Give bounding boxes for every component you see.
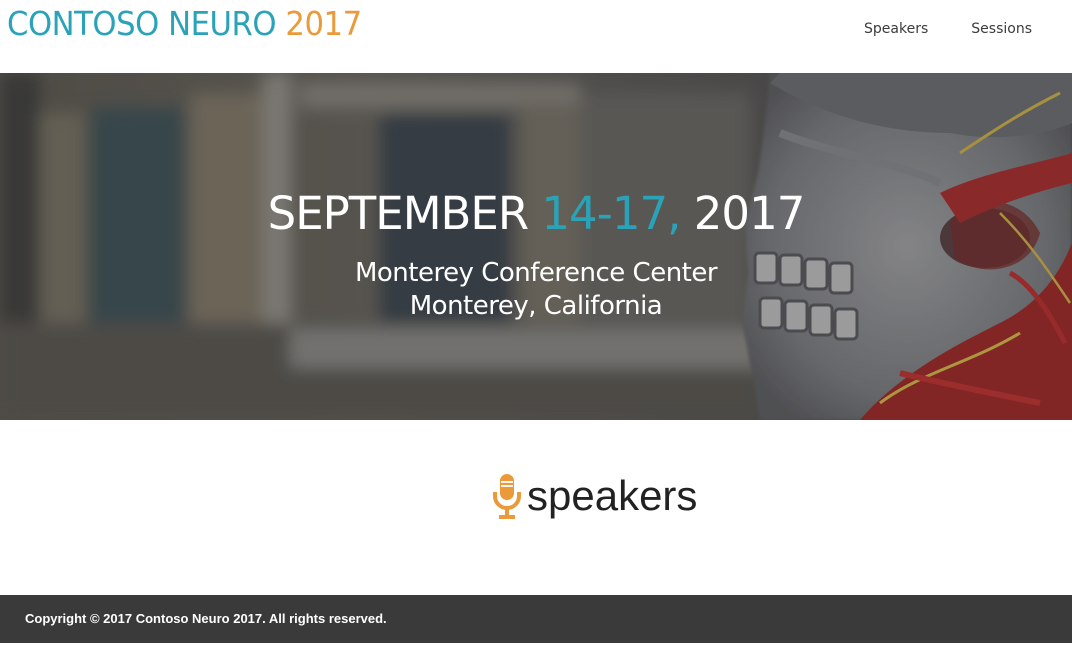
event-date: SEPTEMBER 14-17, 2017 [0, 186, 1072, 242]
logo-year: 2017 [285, 4, 362, 43]
hero-banner: SEPTEMBER 14-17, 2017 Monterey Conferenc… [0, 73, 1072, 420]
site-header: CONTOSO NEURO 2017 Speakers Sessions [0, 0, 1072, 73]
page: CONTOSO NEURO 2017 Speakers Sessions SEP… [0, 0, 1072, 659]
event-venue: Monterey Conference Center Monterey, Cal… [0, 257, 1072, 323]
speakers-section: speakers [0, 420, 1072, 595]
main-nav: Speakers Sessions [864, 19, 1032, 39]
speakers-title: speakers [527, 472, 698, 519]
venue-location: Monterey, California [409, 291, 663, 321]
nav-sessions-link[interactable]: Sessions [971, 19, 1032, 39]
nav-speakers-link[interactable]: Speakers [864, 19, 928, 39]
hero-overlay [0, 73, 1072, 420]
microphone-icon [493, 474, 521, 519]
event-date-year: 2017 [680, 187, 806, 240]
logo-name: CONTOSO NEURO [7, 4, 286, 43]
event-date-month: SEPTEMBER [267, 187, 542, 240]
speakers-heading: speakers [491, 472, 697, 520]
site-footer: Copyright © 2017 Contoso Neuro 2017. All… [0, 595, 1072, 643]
copyright-text: Copyright © 2017 Contoso Neuro 2017. All… [25, 611, 387, 626]
event-date-days: 14-17, [541, 187, 681, 240]
site-logo[interactable]: CONTOSO NEURO 2017 [7, 4, 362, 44]
venue-name: Monterey Conference Center [354, 258, 718, 288]
